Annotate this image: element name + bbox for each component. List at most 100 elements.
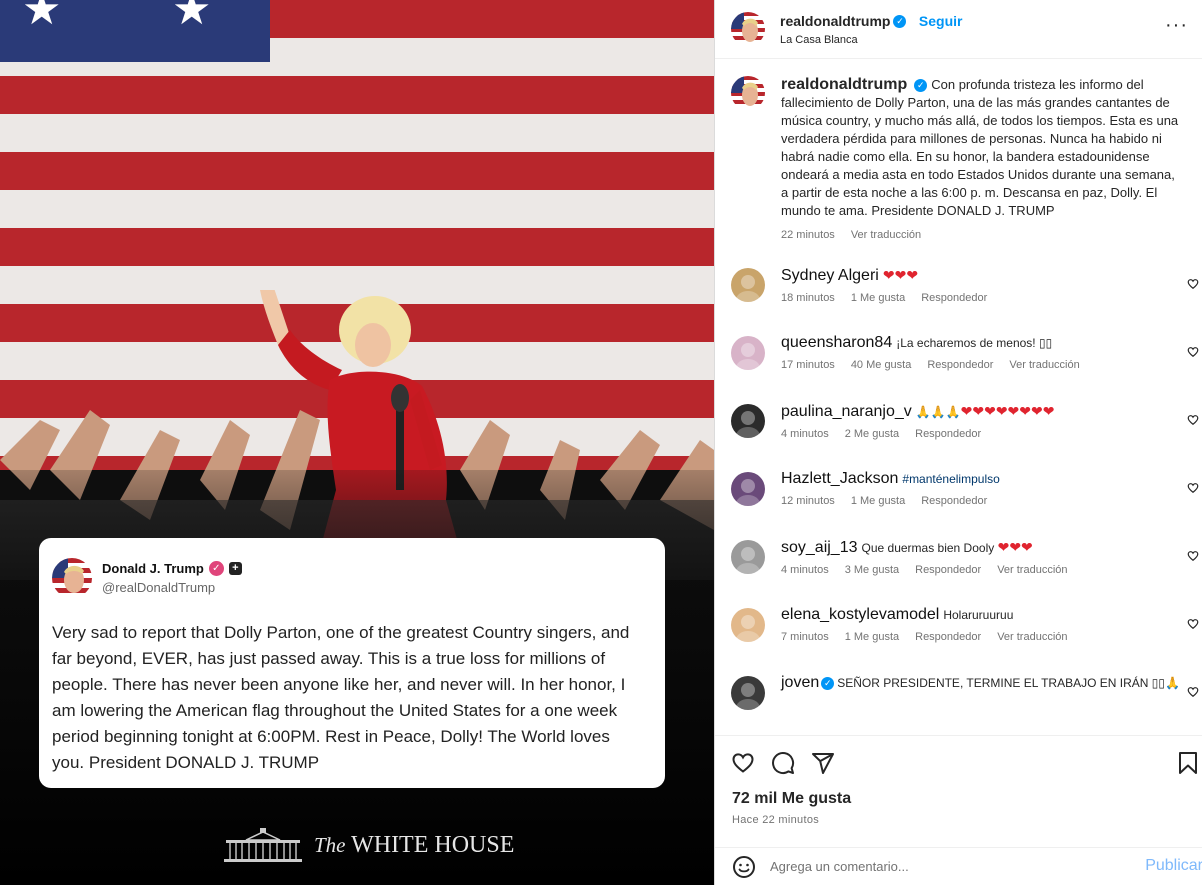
commenter-avatar[interactable] (731, 404, 765, 438)
commenter-username-link[interactable]: paulina_naranjo_v (781, 403, 912, 420)
caption-translate-link[interactable]: Ver traducción (851, 226, 921, 244)
like-heart-icon[interactable] (731, 751, 755, 775)
flag-canton: ★ ★ (0, 0, 270, 62)
commenter-avatar[interactable] (731, 676, 765, 710)
comment-likes[interactable]: 40 Me gusta (851, 359, 912, 371)
comment-like-heart-icon[interactable] (1187, 482, 1199, 494)
comment-bubble-icon[interactable] (771, 751, 795, 775)
commenter-username-link[interactable]: queensharon84 (781, 334, 892, 351)
white-house-name: WHITE HOUSE (351, 831, 515, 858)
save-bookmark-icon[interactable] (1177, 751, 1199, 775)
commenter-avatar[interactable] (731, 268, 765, 302)
comment-time[interactable]: 12 minutos (781, 495, 835, 507)
comment-text: #manténelimpulso (902, 472, 1000, 486)
tweet-author-handle: @realDonaldTrump (102, 580, 216, 595)
comment-item: Sydney Algeri ❤❤❤ 18 minutos 1 Me gusta R… (715, 266, 1202, 334)
verified-badge-icon: ✓ (914, 79, 928, 93)
post-header: realdonaldtrump ✓ Seguir La Casa Blanca ·… (715, 0, 1202, 59)
comment-text: Holaruruuruu (943, 608, 1014, 622)
comment-translate-link[interactable]: Ver traducción (997, 564, 1067, 576)
comment-reply-button[interactable]: Respondedor (921, 495, 987, 507)
comment-like-heart-icon[interactable] (1187, 278, 1199, 290)
comment-item: joven ✓ SEÑOR PRESIDENTE, TERMINE EL TRABA… (715, 674, 1202, 735)
caption-username-link[interactable]: realdonaldtrump (781, 76, 907, 93)
author-username-link[interactable]: realdonaldtrump (780, 13, 890, 29)
comment-item: soy_aij_13 Que duermas bien Dooly ❤❤❤ 4 m… (715, 538, 1202, 606)
comment-reply-button[interactable]: Respondedor (927, 359, 993, 371)
plus-badge-icon: + (228, 562, 242, 575)
white-house-the: The (314, 832, 346, 857)
commenter-username-link[interactable]: soy_aij_13 (781, 539, 858, 556)
star-icon: ★ (172, 0, 212, 34)
comment-likes[interactable]: 1 Me gusta (851, 495, 905, 507)
more-options-icon[interactable]: ··· (1165, 14, 1188, 37)
author-avatar[interactable] (731, 12, 765, 46)
post-timestamp[interactable]: Hace 22 minutos (715, 814, 1202, 826)
comment-text: 🙏🙏🙏❤❤❤❤❤❤❤❤ (915, 403, 1055, 419)
comment-like-heart-icon[interactable] (1187, 414, 1199, 426)
comments-scroll-area[interactable]: realdonaldtrump ✓ Con profunda tristeza le… (715, 60, 1202, 735)
comment-time[interactable]: 17 minutos (781, 359, 835, 371)
comment-item: queensharon84 ¡La echaremos de menos! ▯▯ … (715, 334, 1202, 402)
comment-item: paulina_naranjo_v 🙏🙏🙏❤❤❤❤❤❤❤❤ 4 minutos 2… (715, 402, 1202, 470)
commenter-avatar[interactable] (731, 472, 765, 506)
star-icon: ★ (22, 0, 62, 34)
verified-badge-icon: ✓ (893, 14, 907, 28)
follow-button[interactable]: Seguir (919, 13, 963, 29)
add-comment-bar: Publicar (715, 847, 1202, 885)
post-image[interactable]: ★ ★ Donald J. Trump ✓ + @realDonaldTrump… (0, 0, 714, 885)
comment-time[interactable]: 18 minutos (781, 292, 835, 304)
comment-likes[interactable]: 1 Me gusta (851, 292, 905, 304)
comment-likes[interactable]: 3 Me gusta (845, 564, 899, 576)
author-avatar[interactable] (731, 76, 765, 110)
comment-item: Hazlett_Jackson #manténelimpulso 12 minut… (715, 470, 1202, 538)
comment-list: Sydney Algeri ❤❤❤ 18 minutos 1 Me gusta R… (715, 266, 1202, 735)
commenter-avatar[interactable] (731, 336, 765, 370)
verified-badge-icon: ✓ (208, 561, 224, 576)
comment-input[interactable] (770, 859, 1110, 874)
publish-button[interactable]: Publicar (1145, 857, 1202, 875)
commenter-username-link[interactable]: joven (781, 674, 819, 691)
comment-like-heart-icon[interactable] (1187, 618, 1199, 630)
comment-translate-link[interactable]: Ver traducción (1009, 359, 1079, 371)
commenter-username-link[interactable]: Sydney Algeri (781, 267, 879, 284)
emoji-picker-icon[interactable] (732, 855, 756, 879)
comment-like-heart-icon[interactable] (1187, 346, 1199, 358)
tweet-text: Very sad to report that Dolly Parton, on… (52, 623, 630, 772)
share-send-icon[interactable] (811, 751, 835, 775)
tweet-avatar (52, 558, 92, 598)
post-actions: 72 mil Me gusta Hace 22 minutos Publicar (715, 735, 1202, 885)
commenter-avatar[interactable] (731, 540, 765, 574)
comment-translate-link[interactable]: Ver traducción (997, 631, 1067, 643)
comment-like-heart-icon[interactable] (1187, 550, 1199, 562)
comment-text: ❤❤❤ (882, 267, 919, 283)
commenter-username-link[interactable]: elena_kostylevamodel (781, 606, 939, 623)
location-link[interactable]: La Casa Blanca (780, 34, 963, 46)
commenter-username-link[interactable]: Hazlett_Jackson (781, 470, 898, 487)
comment-like-heart-icon[interactable] (1187, 686, 1199, 698)
comment-reply-button[interactable]: Respondedor (921, 292, 987, 304)
comment-time[interactable]: 4 minutos (781, 428, 829, 440)
comment-time[interactable]: 7 minutos (781, 631, 829, 643)
white-house-building-icon (224, 828, 302, 862)
instagram-post-view: ★ ★ Donald J. Trump ✓ + @realDonaldTrump… (0, 0, 1202, 885)
likes-count[interactable]: 72 mil Me gusta (715, 790, 1202, 808)
comment-reply-button[interactable]: Respondedor (915, 631, 981, 643)
comment-text: Que duermas bien Dooly ❤❤❤ (861, 539, 1033, 555)
white-house-logo: The WHITE HOUSE (224, 826, 514, 864)
comment-text: ¡La echaremos de menos! ▯▯ (896, 336, 1053, 350)
caption-text: Con profunda tristeza les informo del fa… (781, 77, 1179, 218)
caption-time[interactable]: 22 minutos (781, 226, 835, 244)
tweet-author-name: Donald J. Trump (102, 561, 204, 576)
comment-reply-button[interactable]: Respondedor (915, 564, 981, 576)
verified-badge-icon: ✓ (821, 677, 835, 691)
comment-likes[interactable]: 2 Me gusta (845, 428, 899, 440)
post-sidebar: realdonaldtrump ✓ Seguir La Casa Blanca ·… (714, 0, 1202, 885)
tweet-card: Donald J. Trump ✓ + @realDonaldTrump Ver… (39, 538, 665, 788)
comment-time[interactable]: 4 minutos (781, 564, 829, 576)
comment-reply-button[interactable]: Respondedor (915, 428, 981, 440)
comment-item: elena_kostylevamodel Holaruruuruu 7 minut… (715, 606, 1202, 674)
comment-likes[interactable]: 1 Me gusta (845, 631, 899, 643)
post-caption: realdonaldtrump ✓ Con profunda tristeza le… (715, 60, 1202, 244)
commenter-avatar[interactable] (731, 608, 765, 642)
